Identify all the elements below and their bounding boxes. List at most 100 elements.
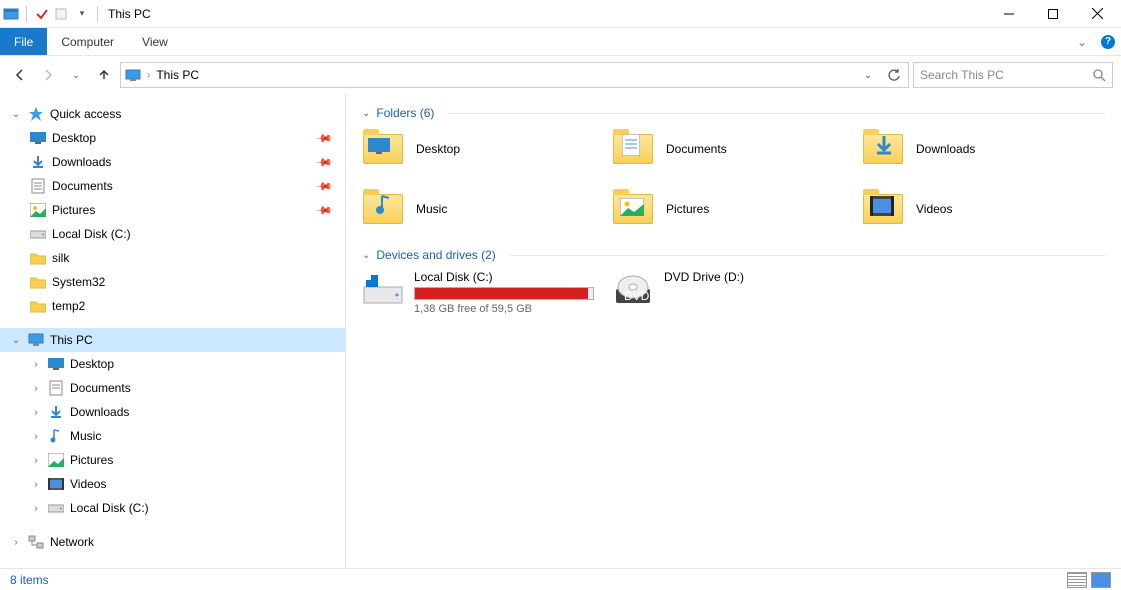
chevron-down-icon[interactable]: ⌄	[10, 335, 22, 346]
back-button[interactable]	[8, 63, 32, 87]
quick-access-icon	[28, 106, 44, 122]
breadcrumb[interactable]: This PC	[156, 68, 199, 82]
pin-icon: 📌	[315, 201, 334, 220]
help-icon: ?	[1101, 35, 1115, 49]
folder-downloads[interactable]: Downloads	[862, 128, 1112, 170]
downloads-folder-icon	[862, 128, 904, 170]
chevron-right-icon[interactable]: ›	[10, 537, 22, 548]
nav-pc-desktop[interactable]: › Desktop	[0, 352, 345, 376]
chevron-down-icon: ⌄	[362, 250, 370, 261]
tab-computer[interactable]: Computer	[47, 28, 128, 55]
nav-label: Pictures	[52, 203, 95, 217]
chevron-right-icon[interactable]: ›	[30, 455, 42, 466]
nav-label: This PC	[50, 333, 93, 347]
nav-qa-temp2[interactable]: temp2	[0, 294, 345, 318]
chevron-down-icon[interactable]: ⌄	[10, 109, 22, 120]
folders-grid: Desktop Documents Downloads	[362, 128, 1105, 230]
chevron-right-icon[interactable]: ›	[30, 431, 42, 442]
nav-label: Local Disk (C:)	[52, 227, 131, 241]
pictures-icon	[48, 452, 64, 468]
ribbon-collapse-icon[interactable]: ⌄	[1069, 28, 1095, 55]
nav-pc-local-disk[interactable]: › Local Disk (C:)	[0, 496, 345, 520]
forward-button[interactable]	[36, 63, 60, 87]
desktop-icon	[30, 130, 46, 146]
chevron-right-icon[interactable]: ›	[30, 407, 42, 418]
help-button[interactable]: ?	[1095, 28, 1121, 55]
nav-qa-system32[interactable]: System32	[0, 270, 345, 294]
nav-label: Documents	[70, 381, 131, 395]
folder-documents[interactable]: Documents	[612, 128, 862, 170]
music-icon	[48, 428, 64, 444]
properties-icon[interactable]	[33, 5, 51, 23]
folder-pictures[interactable]: Pictures	[612, 188, 862, 230]
folder-icon	[30, 298, 46, 314]
nav-label: Music	[70, 429, 101, 443]
address-dropdown-icon[interactable]: ⌄	[858, 70, 878, 81]
nav-pc-pictures[interactable]: › Pictures	[0, 448, 345, 472]
folder-label: Music	[416, 202, 447, 216]
nav-label: Downloads	[70, 405, 129, 419]
tiles-view-button[interactable]	[1091, 572, 1111, 588]
details-view-button[interactable]	[1067, 572, 1087, 588]
search-icon	[1092, 68, 1106, 82]
drive-dvd[interactable]: DVD DVD Drive (D:)	[612, 270, 862, 315]
chevron-right-icon[interactable]: ›	[30, 383, 42, 394]
nav-quick-access[interactable]: ⌄ Quick access	[0, 102, 345, 126]
chevron-right-icon: ›	[147, 70, 150, 81]
folder-label: Videos	[916, 202, 952, 216]
chevron-right-icon[interactable]: ›	[30, 479, 42, 490]
nav-label: temp2	[52, 299, 85, 313]
navigation-row: ⌄ › This PC ⌄ Search This PC	[0, 56, 1121, 94]
nav-pc-downloads[interactable]: › Downloads	[0, 400, 345, 424]
group-header-drives[interactable]: ⌄ Devices and drives (2)	[362, 248, 1105, 262]
tab-file[interactable]: File	[0, 28, 47, 55]
search-box[interactable]: Search This PC	[913, 62, 1113, 88]
drive-icon	[48, 500, 64, 516]
folder-music[interactable]: Music	[362, 188, 612, 230]
nav-pc-documents[interactable]: › Documents	[0, 376, 345, 400]
nav-network[interactable]: › Network	[0, 530, 345, 554]
nav-qa-local-disk[interactable]: Local Disk (C:)	[0, 222, 345, 246]
up-button[interactable]	[92, 63, 116, 87]
chevron-right-icon[interactable]: ›	[30, 359, 42, 370]
folder-videos[interactable]: Videos	[862, 188, 1112, 230]
pin-icon: 📌	[315, 153, 334, 172]
ribbon-tabs: File Computer View ⌄ ?	[0, 28, 1121, 56]
nav-label: silk	[52, 251, 69, 265]
nav-qa-downloads[interactable]: Downloads 📌	[0, 150, 345, 174]
videos-folder-icon	[862, 188, 904, 230]
svg-text:DVD: DVD	[624, 289, 650, 303]
folder-label: Pictures	[666, 202, 709, 216]
nav-qa-silk[interactable]: silk	[0, 246, 345, 270]
nav-pc-music[interactable]: › Music	[0, 424, 345, 448]
qat-dropdown-icon[interactable]: ▾	[73, 5, 91, 23]
nav-qa-documents[interactable]: Documents 📌	[0, 174, 345, 198]
downloads-icon	[48, 404, 64, 420]
desktop-folder-icon	[362, 128, 404, 170]
local-disk-icon	[362, 270, 404, 312]
drive-local-disk[interactable]: Local Disk (C:) 1,38 GB free of 59,5 GB	[362, 270, 612, 315]
nav-label: Downloads	[52, 155, 111, 169]
folder-desktop[interactable]: Desktop	[362, 128, 612, 170]
refresh-button[interactable]	[884, 68, 904, 82]
new-folder-icon[interactable]	[53, 5, 71, 23]
dvd-drive-icon: DVD	[612, 270, 654, 312]
minimize-button[interactable]	[987, 0, 1031, 28]
chevron-right-icon[interactable]: ›	[30, 503, 42, 514]
status-bar: 8 items	[0, 568, 1121, 590]
documents-icon	[48, 380, 64, 396]
tab-view[interactable]: View	[128, 28, 182, 55]
nav-qa-pictures[interactable]: Pictures 📌	[0, 198, 345, 222]
nav-pc-videos[interactable]: › Videos	[0, 472, 345, 496]
nav-label: Network	[50, 535, 94, 549]
nav-this-pc[interactable]: ⌄ This PC	[0, 328, 345, 352]
group-header-folders[interactable]: ⌄ Folders (6)	[362, 106, 1105, 120]
titlebar: ▾ This PC	[0, 0, 1121, 28]
drives-grid: Local Disk (C:) 1,38 GB free of 59,5 GB …	[362, 270, 1105, 315]
group-title: Devices and drives (2)	[376, 248, 495, 262]
address-bar[interactable]: › This PC ⌄	[120, 62, 909, 88]
maximize-button[interactable]	[1031, 0, 1075, 28]
nav-qa-desktop[interactable]: Desktop 📌	[0, 126, 345, 150]
close-button[interactable]	[1075, 0, 1119, 28]
recent-locations-button[interactable]: ⌄	[64, 63, 88, 87]
